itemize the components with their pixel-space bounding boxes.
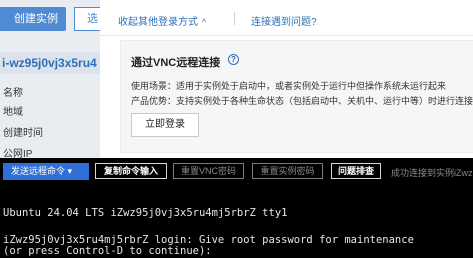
- chevron-up-icon: ^: [202, 17, 207, 27]
- collapse-link-label: 收起其他登录方式: [118, 17, 198, 28]
- send-remote-command-button[interactable]: 发送远程命令 ▾: [3, 163, 89, 180]
- login-now-button[interactable]: 立即登录: [131, 113, 199, 137]
- vnc-toolbar: 发送远程命令 ▾ 复制命令输入 重置VNC密码 重置实例密码 问题排查 成功连接…: [0, 158, 473, 184]
- connection-status-text: 成功连接到实例iZwz: [391, 168, 473, 178]
- link-divider: [234, 12, 235, 25]
- troubleshoot-button[interactable]: 问题排查: [331, 163, 381, 179]
- vnc-connect-card: 通过VNC远程连接 ? 使用场景：适用于实例处于启动中，或者实例处于运行中但操作…: [120, 40, 473, 153]
- copy-command-input-button[interactable]: 复制命令输入: [95, 163, 167, 179]
- dialog-link-bar: 收起其他登录方式 ^ 连接遇到问题?: [100, 0, 473, 36]
- property-created-label: 创建时间: [3, 128, 43, 139]
- instance-panel: 创建实例 选 i-wz95j0vj3x5ru4 名称 地域 创建时间 公网IP: [0, 0, 104, 158]
- terminal-line: Ubuntu 24.04 LTS iZwz95j0vj3x5ru4mj5rbrZ…: [3, 207, 288, 219]
- instance-id-title: i-wz95j0vj3x5ru4: [0, 52, 100, 74]
- reset-vnc-password-button[interactable]: 重置VNC密码: [173, 163, 244, 179]
- terminal-line: (or press Control-D to continue):: [3, 245, 212, 257]
- vnc-card-title: 通过VNC远程连接: [131, 57, 221, 69]
- vnc-terminal[interactable]: Ubuntu 24.04 LTS iZwz95j0vj3x5ru4mj5rbrZ…: [0, 184, 473, 258]
- chevron-down-icon: ▾: [67, 166, 73, 176]
- send-command-label: 发送远程命令: [11, 166, 66, 176]
- create-instance-button[interactable]: 创建实例: [0, 7, 66, 31]
- remote-connect-dialog: 收起其他登录方式 ^ 连接遇到问题? 通过VNC远程连接 ? 使用场景：适用于实例…: [100, 0, 473, 158]
- usage-scenario-text: 使用场景：适用于实例处于启动中，或者实例处于运行中但操作系统未运行起来: [131, 81, 447, 91]
- product-advantage-text: 产品优势：支持实例处于各种生命状态（包括启动中、关机中、运行中等）时进行连接: [131, 96, 473, 106]
- property-name-label: 名称: [3, 88, 23, 99]
- reset-instance-password-button[interactable]: 重置实例密码: [252, 163, 323, 179]
- property-region-label: 地域: [3, 107, 23, 118]
- property-public-ip-label: 公网IP: [3, 149, 33, 158]
- collapse-login-methods-link[interactable]: 收起其他登录方式 ^: [118, 13, 206, 28]
- help-icon[interactable]: ?: [228, 54, 239, 65]
- connection-problem-link[interactable]: 连接遇到问题?: [251, 13, 317, 28]
